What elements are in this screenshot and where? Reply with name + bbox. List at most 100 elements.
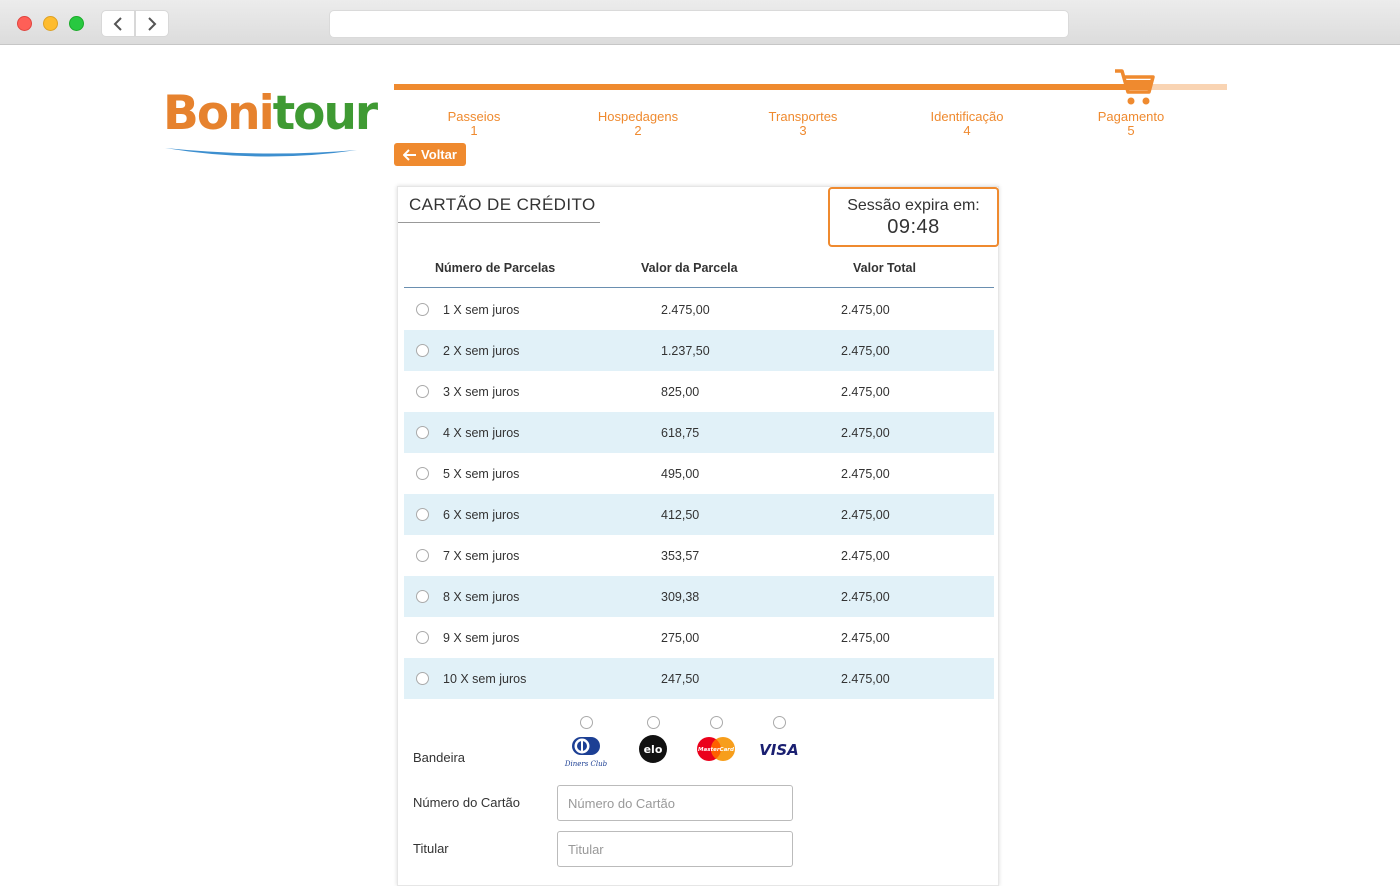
installment-radio[interactable] <box>416 549 429 562</box>
step-pagamento[interactable]: Pagamento 5 <box>1061 110 1201 138</box>
elo-icon: elo <box>639 735 667 763</box>
installment-radio[interactable] <box>416 426 429 439</box>
step-passeios[interactable]: Passeios 1 <box>404 110 544 138</box>
installment-row[interactable]: 3 X sem juros 825,00 2.475,00 <box>404 371 994 412</box>
step-identificacao[interactable]: Identificação 4 <box>897 110 1037 138</box>
installment-count: 9 X sem juros <box>443 631 520 645</box>
installment-value: 618,75 <box>661 426 700 440</box>
step-number: 1 <box>470 123 478 138</box>
card-holder-input[interactable] <box>557 831 793 867</box>
installment-radio[interactable] <box>416 672 429 685</box>
installment-total: 2.475,00 <box>841 549 890 563</box>
bonitour-logo[interactable]: Bonitour <box>163 86 378 166</box>
card-holder-label: Titular <box>413 841 449 856</box>
credit-card-panel: CARTÃO DE CRÉDITO Sessão expira em: 09:4… <box>397 186 999 886</box>
checkout-progress-fill <box>394 84 1144 90</box>
diners-club-icon: Diners Club <box>564 737 608 768</box>
installment-total: 2.475,00 <box>841 508 890 522</box>
column-header: Número de Parcelas <box>435 261 556 275</box>
installment-radio[interactable] <box>416 467 429 480</box>
maximize-window-button[interactable] <box>69 16 84 31</box>
step-label: Transportes <box>768 109 838 124</box>
card-brand-label: Bandeira <box>413 750 466 765</box>
installment-value: 1.237,50 <box>661 344 710 358</box>
installment-row[interactable]: 5 X sem juros 495,00 2.475,00 <box>404 453 994 494</box>
installment-total: 2.475,00 <box>841 426 890 440</box>
step-hospedagens[interactable]: Hospedagens 2 <box>568 110 708 138</box>
step-transportes[interactable]: Transportes 3 <box>733 110 873 138</box>
installment-row[interactable]: 2 X sem juros 1.237,50 2.475,00 <box>404 330 994 371</box>
elo-text: elo <box>644 743 663 756</box>
visa-icon: VISA <box>759 741 799 759</box>
address-bar[interactable] <box>329 10 1069 38</box>
installment-row[interactable]: 1 X sem juros 2.475,00 2.475,00 <box>404 289 994 330</box>
brand-option-elo[interactable]: elo <box>629 716 677 773</box>
step-number: 4 <box>963 123 971 138</box>
visa-text: VISA <box>759 741 799 759</box>
installment-count: 5 X sem juros <box>443 467 520 481</box>
brand-radio[interactable] <box>709 716 723 729</box>
step-label: Pagamento <box>1097 109 1165 124</box>
panel-title: CARTÃO DE CRÉDITO <box>398 187 600 223</box>
brand-option-visa[interactable]: VISA <box>755 716 803 773</box>
logo-wave-icon <box>165 148 357 157</box>
installment-row[interactable]: 4 X sem juros 618,75 2.475,00 <box>404 412 994 453</box>
installment-total: 2.475,00 <box>841 467 890 481</box>
brand-radio[interactable] <box>646 716 660 729</box>
installment-count: 6 X sem juros <box>443 508 520 522</box>
installments-table: 1 X sem juros 2.475,00 2.475,00 2 X sem ju… <box>404 289 994 699</box>
installment-value: 412,50 <box>661 508 700 522</box>
session-timer: Sessão expira em: 09:48 <box>828 187 999 247</box>
mastercard-icon: MasterCard <box>697 737 735 761</box>
logo-text-tour: tour <box>272 86 378 141</box>
installment-value: 2.475,00 <box>661 303 710 317</box>
session-timer-label: Sessão expira em: <box>847 197 980 214</box>
card-number-label: Número do Cartão <box>413 795 520 810</box>
installment-total: 2.475,00 <box>841 303 890 317</box>
installment-total: 2.475,00 <box>841 344 890 358</box>
installment-radio[interactable] <box>416 631 429 644</box>
installment-total: 2.475,00 <box>841 385 890 399</box>
installment-total: 2.475,00 <box>841 631 890 645</box>
brand-radio[interactable] <box>579 716 593 729</box>
step-label: Hospedagens <box>597 109 679 124</box>
installment-value: 495,00 <box>661 467 700 481</box>
installment-row[interactable]: 9 X sem juros 275,00 2.475,00 <box>404 617 994 658</box>
installment-total: 2.475,00 <box>841 590 890 604</box>
installments-table-header: Número de Parcelas Valor da Parcela Valo… <box>404 247 994 288</box>
close-window-button[interactable] <box>17 16 32 31</box>
step-label: Passeios <box>447 109 501 124</box>
brand-option-mastercard[interactable]: MasterCard <box>692 716 740 773</box>
minimize-window-button[interactable] <box>43 16 58 31</box>
installment-radio[interactable] <box>416 303 429 316</box>
session-timer-value: 09:48 <box>887 216 940 238</box>
installment-count: 3 X sem juros <box>443 385 520 399</box>
step-number: 5 <box>1127 123 1135 138</box>
step-number: 3 <box>799 123 807 138</box>
installment-value: 247,50 <box>661 672 700 686</box>
chevron-left-icon <box>113 16 122 31</box>
brand-option-diners[interactable]: Diners Club <box>562 716 610 773</box>
back-button[interactable]: Voltar <box>394 143 466 166</box>
arrow-left-icon <box>403 148 417 161</box>
installment-radio[interactable] <box>416 344 429 357</box>
installment-radio[interactable] <box>416 385 429 398</box>
installment-count: 7 X sem juros <box>443 549 520 563</box>
column-header: Valor Total <box>853 261 916 275</box>
diners-club-text: Diners Club <box>564 760 608 768</box>
browser-back-button[interactable] <box>101 10 135 37</box>
card-number-input[interactable] <box>557 785 793 821</box>
installment-count: 2 X sem juros <box>443 344 520 358</box>
installment-count: 1 X sem juros <box>443 303 520 317</box>
browser-forward-button[interactable] <box>135 10 169 37</box>
installment-radio[interactable] <box>416 508 429 521</box>
installment-value: 353,57 <box>661 549 700 563</box>
installment-row[interactable]: 8 X sem juros 309,38 2.475,00 <box>404 576 994 617</box>
chevron-right-icon <box>148 16 157 31</box>
installment-row[interactable]: 10 X sem juros 247,50 2.475,00 <box>404 658 994 699</box>
installment-row[interactable]: 6 X sem juros 412,50 2.475,00 <box>404 494 994 535</box>
installment-radio[interactable] <box>416 590 429 603</box>
installment-row[interactable]: 7 X sem juros 353,57 2.475,00 <box>404 535 994 576</box>
column-header: Valor da Parcela <box>641 261 738 275</box>
brand-radio[interactable] <box>772 716 786 729</box>
